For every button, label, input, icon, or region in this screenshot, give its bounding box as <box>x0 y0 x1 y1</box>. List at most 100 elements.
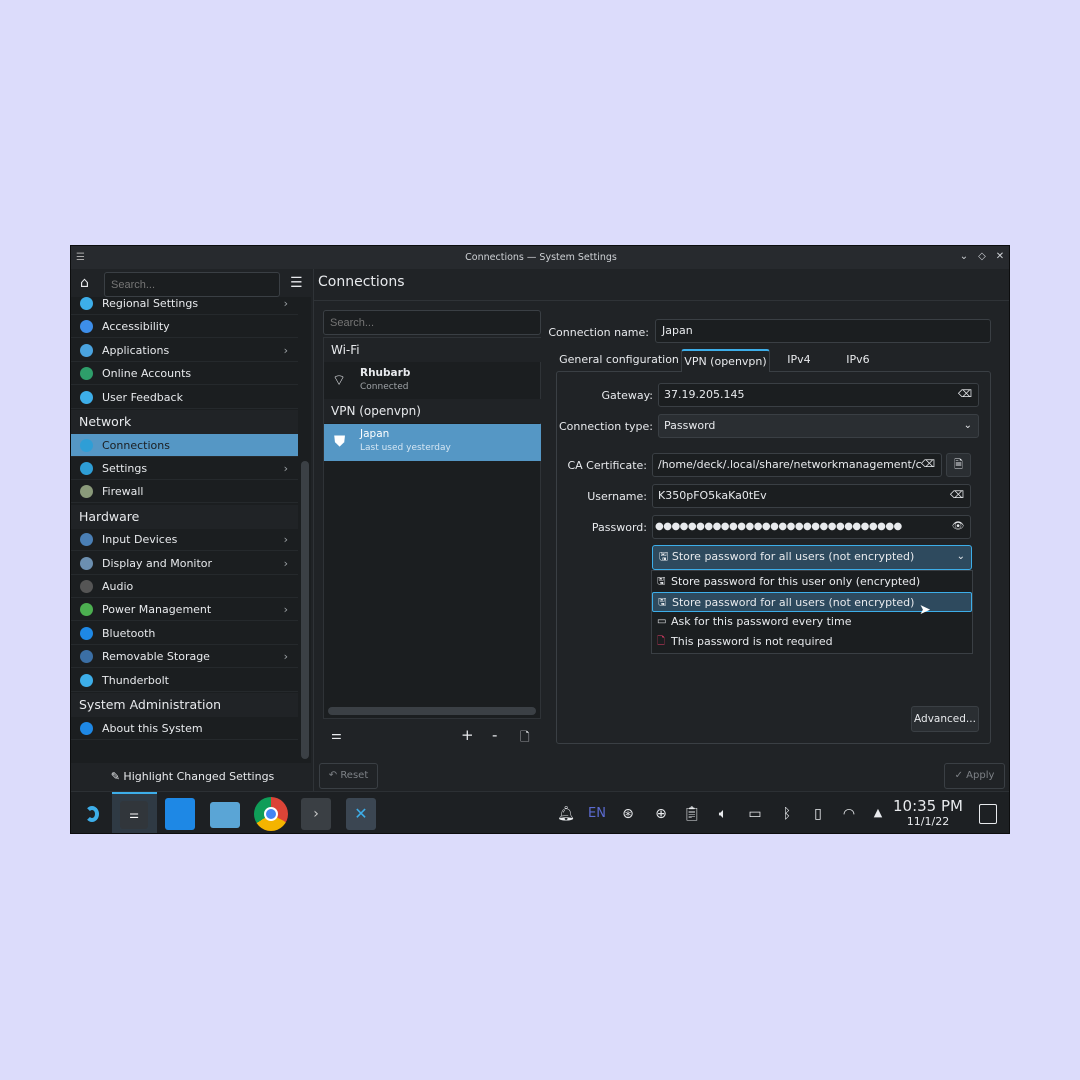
task-system-settings[interactable]: ⚌ <box>112 792 157 833</box>
reset-button[interactable]: ↶ Reset <box>319 763 378 789</box>
sidebar-item-firewall[interactable]: Firewall <box>71 480 298 504</box>
ca-certificate-value: /home/deck/.local/share/networkmanagemen… <box>658 458 933 471</box>
sidebar-item-settings[interactable]: Settings › <box>71 457 298 480</box>
sidebar-item-thunderbolt[interactable]: Thunderbolt <box>71 669 298 692</box>
category-icon <box>80 533 93 547</box>
category-icon <box>80 721 93 735</box>
tab-ipv4[interactable]: IPv4 <box>771 349 827 372</box>
sidebar-item-about-this-system[interactable]: About this System <box>71 717 298 740</box>
category-icon <box>80 297 93 310</box>
file-manager-icon[interactable] <box>210 802 240 828</box>
vscode-icon[interactable]: ✕ <box>346 798 376 830</box>
show-password-eye-icon[interactable]: 👁 <box>951 516 965 538</box>
sidebar-item-online-accounts[interactable]: Online Accounts <box>71 362 298 386</box>
sidebar-item-connections[interactable]: Connections <box>71 433 298 457</box>
show-desktop-icon[interactable] <box>979 804 997 824</box>
category-icon <box>80 556 93 570</box>
maximize-icon[interactable]: ◇ <box>975 250 989 264</box>
sidebar-item-label: Online Accounts <box>102 367 192 381</box>
sidebar-item-display-and-monitor[interactable]: Display and Monitor › <box>71 552 298 575</box>
password-storage-select[interactable]: 🖫 Store password for all users (not encr… <box>652 545 972 570</box>
sidebar-item-audio[interactable]: Audio <box>71 575 298 598</box>
bluetooth-icon[interactable]: ᛒ <box>777 806 797 822</box>
tab-vpn[interactable]: VPN (openvpn) <box>681 349 770 372</box>
sidebar-item-bluetooth[interactable]: Bluetooth <box>71 622 298 645</box>
keyboard-layout-indicator[interactable]: EN <box>587 806 607 821</box>
tab-general[interactable]: General configuration <box>558 349 680 372</box>
floppy-icon: 🖫 <box>659 550 672 563</box>
browse-file-button[interactable]: 🗎 <box>946 453 971 477</box>
sidebar-scrollbar[interactable] <box>301 461 309 759</box>
sidebar-item-user-feedback[interactable]: User Feedback <box>71 386 298 409</box>
minimize-icon[interactable]: ⌄ <box>957 250 971 264</box>
clock[interactable]: 10:35 PM 11/1/22 <box>893 797 963 828</box>
battery-icon[interactable]: ▭ <box>745 806 765 822</box>
sidebar-item-label: Thunderbolt <box>102 673 169 687</box>
storage-device-icon[interactable]: ▯ <box>808 806 828 822</box>
connection-item-rhubarb[interactable]: ⌔ Rhubarb Connected <box>324 363 541 398</box>
app-menu-icon[interactable]: ☰ <box>76 246 85 269</box>
password-storage-value: Store password for all users (not encryp… <box>671 550 915 563</box>
connection-item-japan[interactable]: ⛊ Japan Last used yesterday <box>324 424 541 461</box>
app-launcher-icon[interactable] <box>81 798 103 830</box>
connection-name-input[interactable]: Japan <box>655 319 991 343</box>
steam-icon[interactable]: ⊛ <box>618 806 638 822</box>
category-icon <box>80 650 93 664</box>
sidebar-item-power-management[interactable]: Power Management › <box>71 598 298 622</box>
tab-ipv6[interactable]: IPv6 <box>828 349 888 372</box>
sidebar-item-removable-storage[interactable]: Removable Storage › <box>71 645 298 669</box>
volume-icon[interactable]: 🔈︎ <box>713 806 733 822</box>
category-icon <box>80 343 93 357</box>
ca-certificate-input[interactable]: /home/deck/.local/share/networkmanagemen… <box>652 453 942 477</box>
connections-search-input[interactable] <box>323 310 541 335</box>
configure-icon[interactable]: ⚌ <box>331 728 342 742</box>
sidebar-item-label: Applications <box>102 343 170 357</box>
mouse-cursor-icon: ➤ <box>919 602 931 618</box>
highlight-label: Highlight Changed Settings <box>123 770 275 783</box>
hamburger-menu-icon[interactable]: ☰ <box>290 275 303 291</box>
connection-type-select[interactable]: Password ⌄ <box>658 414 979 438</box>
clear-icon[interactable]: ⌫ <box>920 454 935 476</box>
chevron-down-icon: ⌄ <box>956 551 965 562</box>
sidebar-search-input[interactable] <box>104 272 280 297</box>
chevron-down-icon: ⌄ <box>963 420 972 431</box>
category-icon <box>80 461 93 475</box>
option-not-required[interactable]: 🗋 This password is not required <box>652 632 972 652</box>
notifications-icon[interactable]: 🔔︎ <box>556 806 576 822</box>
password-value: ●●●●●●●●●●●●●●●●●●●●●●●●●●●●●● <box>655 521 902 532</box>
update-icon[interactable]: ⊕ <box>651 806 671 822</box>
gateway-input[interactable]: 37.19.205.145 ⌫ <box>658 383 979 407</box>
clear-icon[interactable]: ⌫ <box>958 384 972 406</box>
sidebar-item-applications[interactable]: Applications › <box>71 339 298 362</box>
export-icon[interactable]: 🗋 <box>520 728 530 749</box>
advanced-button[interactable]: Advanced... <box>911 706 979 732</box>
sidebar-item-regional-settings[interactable]: Regional Settings › <box>71 297 298 315</box>
clear-icon[interactable]: ⌫ <box>950 485 964 507</box>
username-input[interactable]: K350pFO5kaKa0tEv ⌫ <box>652 484 971 508</box>
highlight-changed-button[interactable]: ✎ Highlight Changed Settings <box>71 763 314 791</box>
password-label: Password: <box>591 521 647 534</box>
terminal-icon[interactable]: › <box>301 798 331 830</box>
add-connection-button[interactable]: + <box>461 726 474 744</box>
clipboard-icon[interactable]: 📋︎ <box>682 806 702 822</box>
wifi-header: Wi-Fi <box>324 338 541 362</box>
remove-connection-button[interactable]: - <box>492 726 497 744</box>
list-horizontal-scrollbar[interactable] <box>328 707 536 715</box>
show-hidden-icons-icon[interactable]: ▲ <box>868 806 888 819</box>
wifi-tray-icon[interactable]: ◠ <box>839 806 859 822</box>
sidebar: Regional Settings › Accessibility Applicati… <box>71 297 311 763</box>
home-icon[interactable]: ⌂ <box>80 275 89 291</box>
file-icon: 🗎 <box>954 458 963 471</box>
discover-store-icon[interactable] <box>165 798 195 830</box>
password-input[interactable]: ●●●●●●●●●●●●●●●●●●●●●●●●●●●●●● 👁 <box>652 515 971 539</box>
sidebar-item-label: Settings <box>102 461 148 475</box>
close-icon[interactable]: ✕ <box>993 250 1007 264</box>
sidebar-item-accessibility[interactable]: Accessibility <box>71 315 298 339</box>
option-store-user[interactable]: 🖫 Store password for this user only (encr… <box>652 572 972 592</box>
apply-button[interactable]: ✓ Apply <box>944 763 1005 789</box>
option-label: Store password for this user only (encry… <box>671 575 921 588</box>
chevron-right-icon: › <box>283 650 288 664</box>
chrome-icon[interactable] <box>254 797 288 831</box>
connection-type-label: Connection type: <box>558 420 653 433</box>
sidebar-item-input-devices[interactable]: Input Devices › <box>71 528 298 552</box>
